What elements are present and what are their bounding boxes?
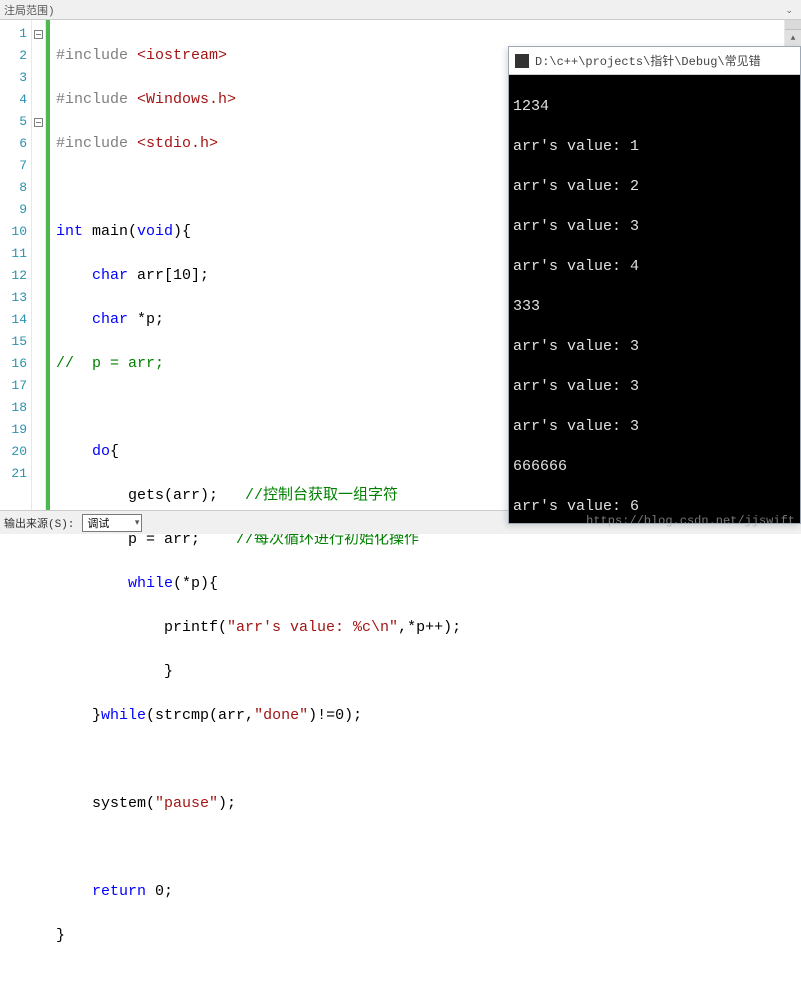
line-number: 7 — [0, 155, 27, 177]
line-number: 21 — [0, 463, 27, 485]
line-number: 20 — [0, 441, 27, 463]
split-handle[interactable] — [785, 20, 801, 30]
console-line: arr's value: 4 — [513, 257, 796, 277]
line-number: 4 — [0, 89, 27, 111]
line-number: 10 — [0, 221, 27, 243]
line-number: 8 — [0, 177, 27, 199]
console-line: arr's value: 3 — [513, 377, 796, 397]
console-title-text: D:\c++\projects\指针\Debug\常见错 — [535, 52, 761, 69]
line-number: 12 — [0, 265, 27, 287]
line-number: 11 — [0, 243, 27, 265]
line-number: 6 — [0, 133, 27, 155]
console-line: arr's value: 3 — [513, 217, 796, 237]
line-number: 18 — [0, 397, 27, 419]
console-line: 1234 — [513, 97, 796, 117]
scope-dropdown[interactable]: ⌄ — [781, 2, 797, 17]
fold-column — [32, 20, 46, 510]
line-number: 2 — [0, 45, 27, 67]
console-titlebar[interactable]: D:\c++\projects\指针\Debug\常见错 — [509, 47, 800, 75]
line-number: 16 — [0, 353, 27, 375]
line-number: 14 — [0, 309, 27, 331]
console-line: arr's value: 3 — [513, 417, 796, 437]
console-line: arr's value: 3 — [513, 337, 796, 357]
line-number: 19 — [0, 419, 27, 441]
cmd-icon — [515, 54, 529, 68]
fold-toggle-icon[interactable] — [34, 30, 43, 39]
line-number: 5 — [0, 111, 27, 133]
watermark: https://blog.csdn.net/jjswift — [586, 514, 795, 528]
line-number-gutter: 1 2 3 4 5 6 7 8 9 10 11 12 13 14 15 16 1… — [0, 20, 32, 510]
console-line: arr's value: 2 — [513, 177, 796, 197]
line-number: 13 — [0, 287, 27, 309]
line-number: 17 — [0, 375, 27, 397]
scope-label: 注局范围) — [4, 2, 55, 18]
line-number: 15 — [0, 331, 27, 353]
fold-toggle-icon[interactable] — [34, 118, 43, 127]
output-source-combo[interactable]: 调试 — [82, 514, 142, 532]
console-output[interactable]: 1234 arr's value: 1 arr's value: 2 arr's… — [509, 75, 800, 523]
line-number: 1 — [0, 23, 27, 45]
scroll-up-icon[interactable]: ▲ — [785, 30, 801, 47]
console-window: D:\c++\projects\指针\Debug\常见错 1234 arr's … — [508, 46, 801, 524]
line-number: 9 — [0, 199, 27, 221]
scope-bar: 注局范围) ⌄ — [0, 0, 801, 20]
output-source-label: 输出来源(S): — [4, 515, 74, 531]
console-line: arr's value: 1 — [513, 137, 796, 157]
chevron-down-icon: ⌄ — [785, 6, 793, 16]
console-line: 666666 — [513, 457, 796, 477]
line-number: 3 — [0, 67, 27, 89]
console-line: 333 — [513, 297, 796, 317]
